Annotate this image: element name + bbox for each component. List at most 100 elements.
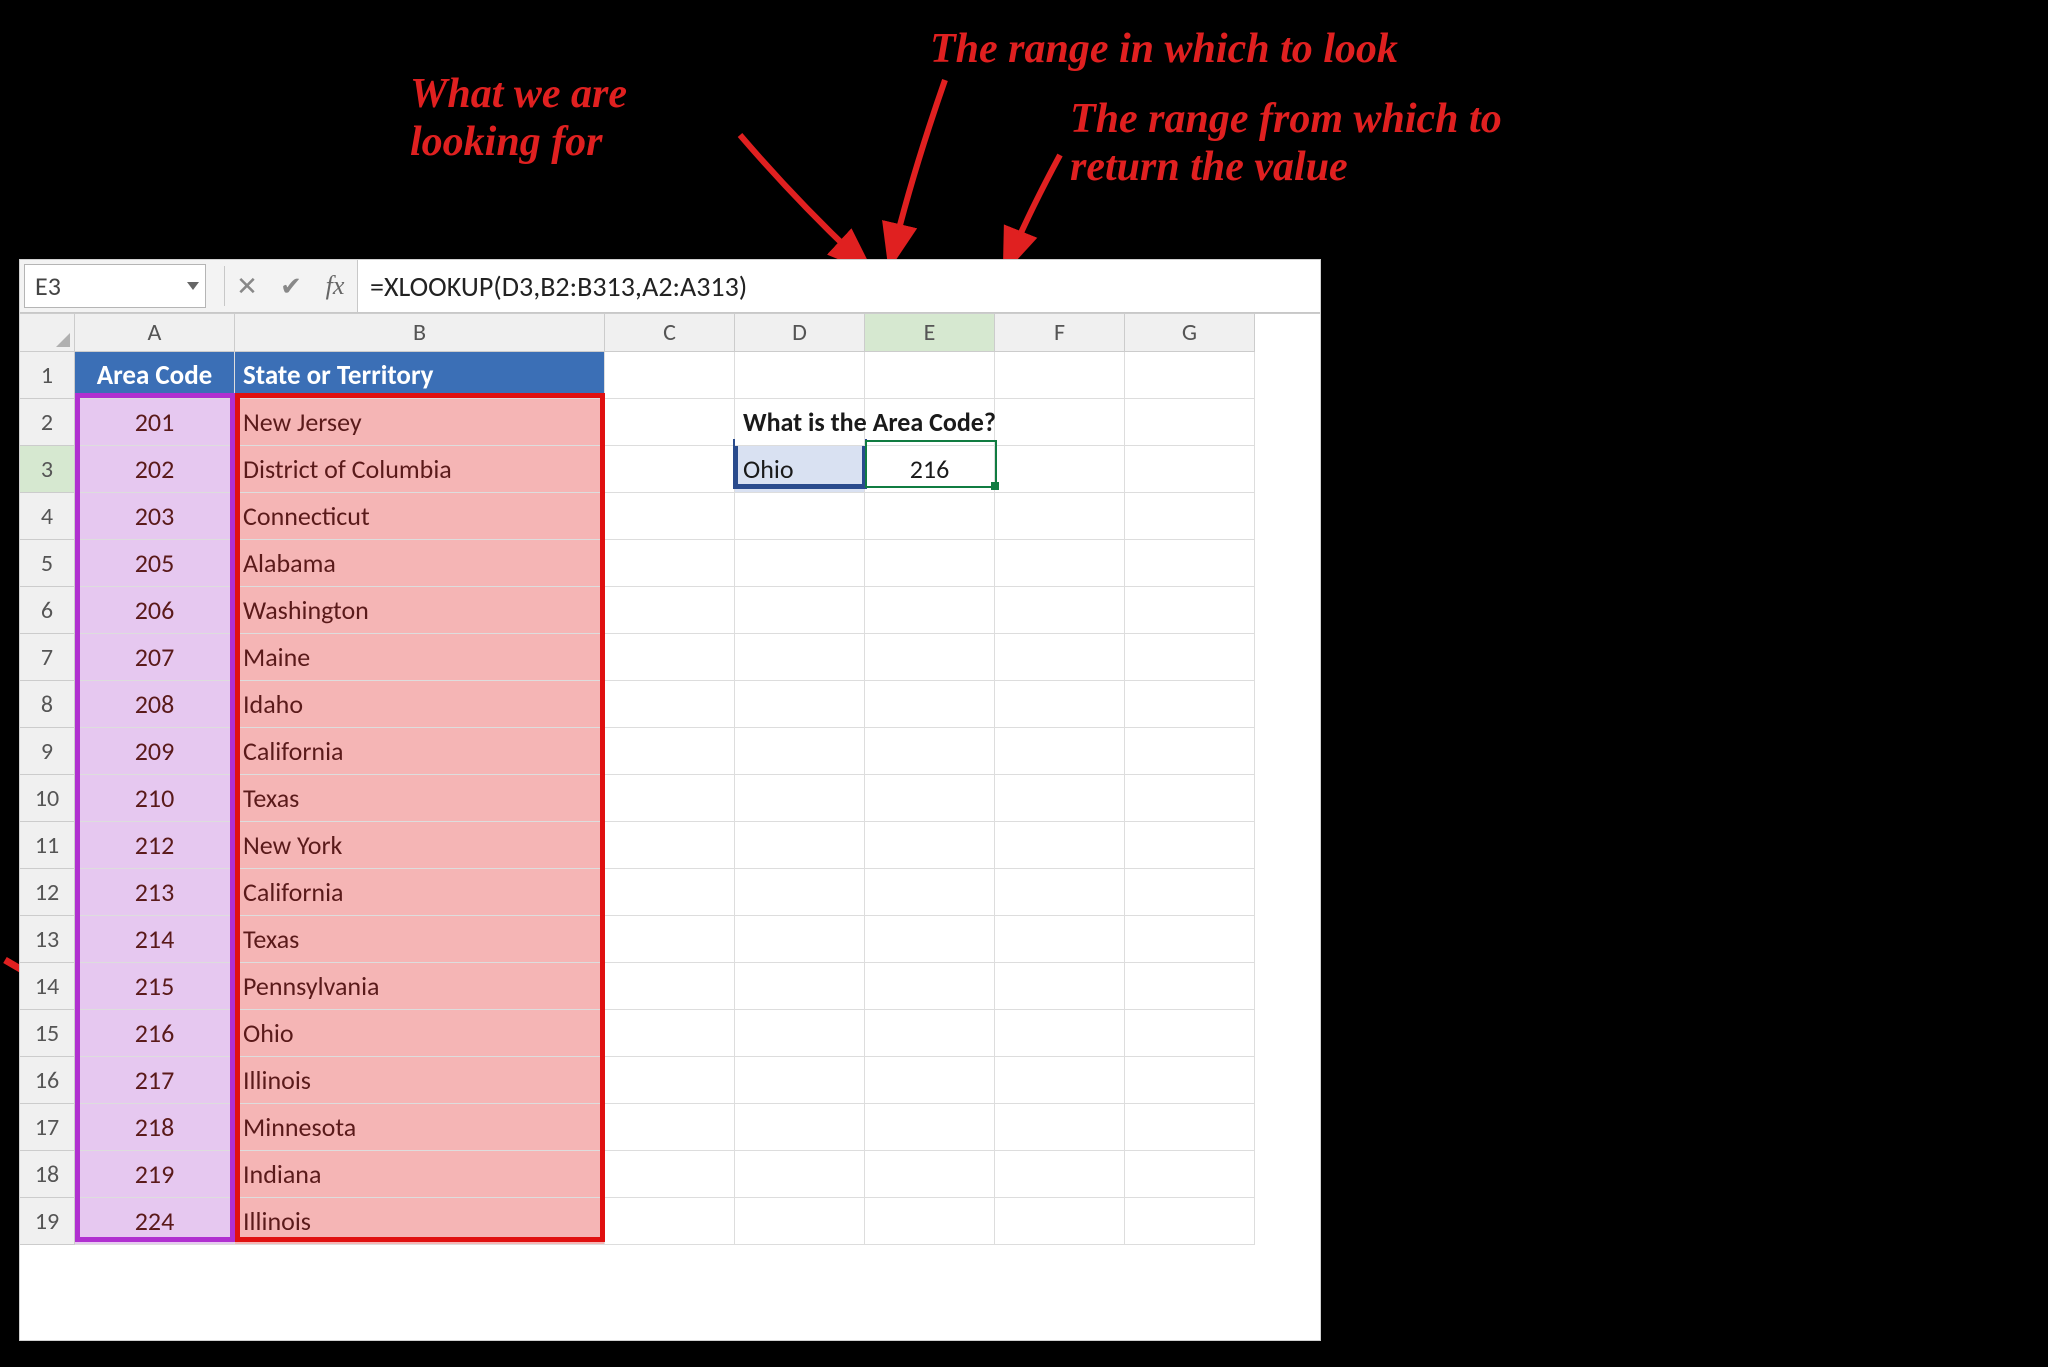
- cell[interactable]: [605, 681, 735, 728]
- cell[interactable]: [605, 352, 735, 399]
- cell[interactable]: [735, 916, 865, 963]
- cell[interactable]: [995, 681, 1125, 728]
- cell[interactable]: [865, 775, 995, 822]
- col-header-c[interactable]: C: [605, 314, 735, 352]
- cell[interactable]: [995, 1104, 1125, 1151]
- cell[interactable]: [735, 681, 865, 728]
- cell-a1[interactable]: Area Code: [75, 352, 235, 399]
- cell[interactable]: [605, 822, 735, 869]
- row-header[interactable]: 12: [20, 869, 75, 916]
- row-header[interactable]: 8: [20, 681, 75, 728]
- cell[interactable]: [995, 728, 1125, 775]
- col-header-d[interactable]: D: [735, 314, 865, 352]
- cell[interactable]: [995, 916, 1125, 963]
- cell[interactable]: [995, 587, 1125, 634]
- cell[interactable]: 207: [75, 634, 235, 681]
- cell[interactable]: California: [235, 869, 605, 916]
- cell[interactable]: [1125, 352, 1255, 399]
- cell[interactable]: [995, 352, 1125, 399]
- cell[interactable]: [735, 869, 865, 916]
- enter-icon[interactable]: ✔: [269, 260, 313, 312]
- cell[interactable]: [735, 963, 865, 1010]
- cell[interactable]: [1125, 869, 1255, 916]
- cell[interactable]: [995, 493, 1125, 540]
- cell[interactable]: 217: [75, 1057, 235, 1104]
- cell[interactable]: Texas: [235, 916, 605, 963]
- cell[interactable]: [1125, 775, 1255, 822]
- cell[interactable]: [865, 540, 995, 587]
- cell[interactable]: [735, 352, 865, 399]
- cancel-icon[interactable]: ✕: [225, 260, 269, 312]
- cell[interactable]: 203: [75, 493, 235, 540]
- col-header-b[interactable]: B: [235, 314, 605, 352]
- cell[interactable]: 219: [75, 1151, 235, 1198]
- cell[interactable]: [735, 540, 865, 587]
- cell[interactable]: [735, 587, 865, 634]
- cell[interactable]: [995, 446, 1125, 493]
- cell[interactable]: [865, 681, 995, 728]
- cell-d2-question[interactable]: What is the Area Code?: [735, 399, 865, 446]
- cell[interactable]: [605, 1104, 735, 1151]
- cell[interactable]: [735, 1057, 865, 1104]
- cell[interactable]: [1125, 540, 1255, 587]
- cell[interactable]: [605, 728, 735, 775]
- cell[interactable]: [1125, 1151, 1255, 1198]
- cell[interactable]: [735, 1010, 865, 1057]
- col-header-g[interactable]: G: [1125, 314, 1255, 352]
- cell[interactable]: [1125, 822, 1255, 869]
- cell[interactable]: [995, 540, 1125, 587]
- row-header[interactable]: 1: [20, 352, 75, 399]
- cell[interactable]: [865, 1151, 995, 1198]
- cell[interactable]: [995, 1010, 1125, 1057]
- cell[interactable]: 202: [75, 446, 235, 493]
- col-header-e[interactable]: E: [865, 314, 995, 352]
- cell[interactable]: [1125, 681, 1255, 728]
- cell[interactable]: 213: [75, 869, 235, 916]
- cell[interactable]: [605, 963, 735, 1010]
- cell[interactable]: [1125, 493, 1255, 540]
- cell[interactable]: [1125, 1198, 1255, 1245]
- cell[interactable]: [995, 634, 1125, 681]
- cell[interactable]: [735, 493, 865, 540]
- cell[interactable]: [605, 540, 735, 587]
- cell[interactable]: [605, 634, 735, 681]
- cell[interactable]: [995, 1057, 1125, 1104]
- cell[interactable]: [605, 1151, 735, 1198]
- cell[interactable]: [1125, 963, 1255, 1010]
- cell[interactable]: 212: [75, 822, 235, 869]
- row-header[interactable]: 2: [20, 399, 75, 446]
- cell[interactable]: Indiana: [235, 1151, 605, 1198]
- row-header[interactable]: 3: [20, 446, 75, 493]
- cell[interactable]: [995, 869, 1125, 916]
- cell[interactable]: Washington: [235, 587, 605, 634]
- cell[interactable]: [865, 728, 995, 775]
- cell[interactable]: [1125, 916, 1255, 963]
- formula-input[interactable]: =XLOOKUP(D3,B2:B313,A2:A313): [357, 260, 1320, 312]
- row-header[interactable]: 5: [20, 540, 75, 587]
- cell[interactable]: 224: [75, 1198, 235, 1245]
- spreadsheet-grid[interactable]: A B C D E F G 1 Area Code State or Terri…: [20, 313, 1320, 1245]
- cell[interactable]: [865, 1104, 995, 1151]
- cell[interactable]: District of Columbia: [235, 446, 605, 493]
- fx-icon[interactable]: fx: [313, 260, 357, 312]
- row-header[interactable]: 4: [20, 493, 75, 540]
- cell-b1[interactable]: State or Territory: [235, 352, 605, 399]
- cell[interactable]: [735, 728, 865, 775]
- cell[interactable]: [1125, 634, 1255, 681]
- cell[interactable]: Idaho: [235, 681, 605, 728]
- cell[interactable]: 214: [75, 916, 235, 963]
- row-header[interactable]: 7: [20, 634, 75, 681]
- cell[interactable]: [995, 1198, 1125, 1245]
- cell[interactable]: California: [235, 728, 605, 775]
- cell[interactable]: 216: [75, 1010, 235, 1057]
- cell[interactable]: 215: [75, 963, 235, 1010]
- cell[interactable]: [865, 1057, 995, 1104]
- cell[interactable]: [1125, 1010, 1255, 1057]
- cell[interactable]: [605, 493, 735, 540]
- cell[interactable]: [735, 1198, 865, 1245]
- cell[interactable]: [865, 1198, 995, 1245]
- cell[interactable]: [865, 352, 995, 399]
- cell[interactable]: [865, 963, 995, 1010]
- cell[interactable]: [605, 869, 735, 916]
- cell[interactable]: [735, 1104, 865, 1151]
